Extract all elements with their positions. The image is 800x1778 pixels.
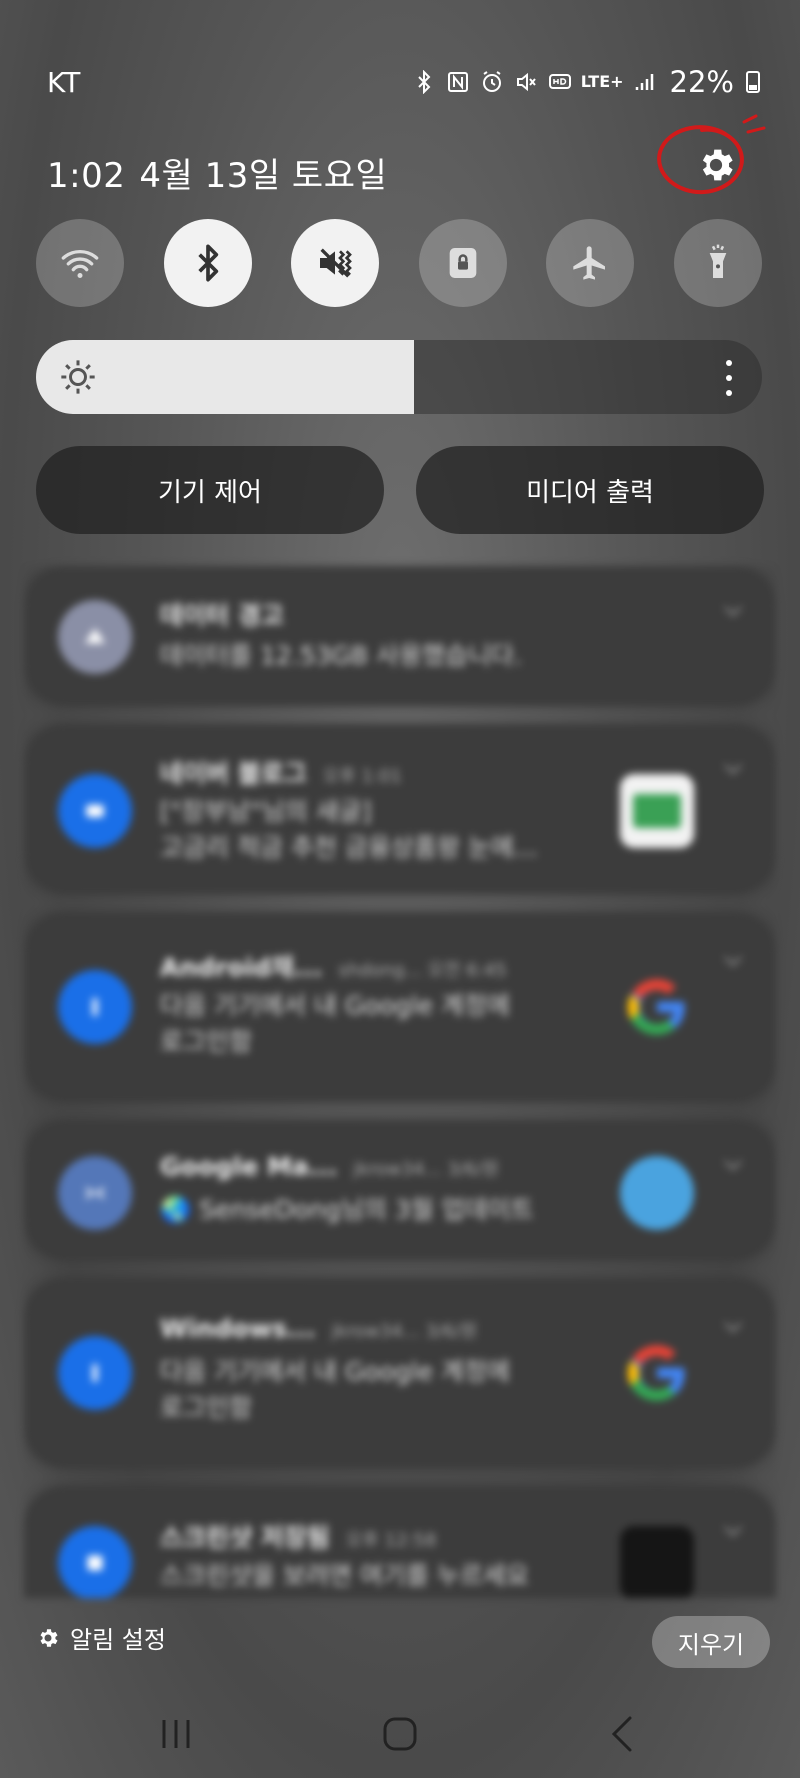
notification-thumbnail [620, 774, 694, 848]
notification-thumbnail [620, 1156, 694, 1230]
notification-thumbnail [620, 1526, 694, 1598]
clock-time: 1:02 [47, 156, 126, 196]
battery-percent: 22% [669, 65, 734, 99]
clear-button[interactable]: 지우기 [652, 1616, 770, 1668]
airplane-icon [573, 246, 606, 280]
notification-card[interactable]: Windows... jkrow34... 3/6/원 다음 기기에서 내 Goo… [24, 1278, 776, 1468]
lte-icon: LTE+ [580, 72, 624, 91]
carrier-label: KT [47, 65, 81, 99]
account-app-icon [58, 970, 132, 1044]
home-icon [383, 1717, 417, 1751]
notification-card[interactable]: 네이버 블로그 오후 1:01 ["장부남"님의 새글] 고금리 적금 추천 금융상… [24, 724, 776, 894]
flashlight-toggle[interactable] [673, 219, 762, 307]
data-warning-icon [58, 600, 132, 674]
flashlight-icon [709, 244, 727, 278]
wifi-icon [61, 250, 99, 278]
notification-body: 스크린샷을 보려면 여기를 누르세요 [160, 1561, 529, 1590]
chevron-down-icon[interactable] [724, 1526, 742, 1536]
mute-icon [320, 248, 353, 278]
device-control-button[interactable]: 기기 제어 [36, 446, 384, 534]
sun-icon [61, 360, 95, 394]
notification-list: 데이터 경고 데이터를 12.53GB 사용했습니다. 네이버 블로그 오후 1:… [24, 566, 776, 1598]
screenshot-app-icon [58, 1526, 132, 1598]
notification-settings-label: 알림 설정 [70, 1626, 166, 1654]
airplane-toggle[interactable] [546, 219, 635, 307]
chevron-down-icon[interactable] [724, 606, 742, 616]
media-output-button[interactable]: 미디어 출력 [416, 446, 764, 534]
notification-title: 데이터 경고 [160, 601, 284, 630]
notification-title: Google Ma... jkrow34... 3/6/원 [160, 1152, 499, 1181]
wifi-toggle[interactable] [36, 219, 124, 307]
status-bar: KT LTE+ 22% [47, 62, 760, 102]
chevron-down-icon[interactable] [724, 1322, 742, 1332]
battery-icon [746, 71, 760, 93]
gear-icon [40, 1628, 58, 1647]
account-app-icon [58, 1336, 132, 1410]
notification-title: Android채... shdong... 오전 6:45 [160, 953, 507, 982]
home-button[interactable] [370, 1706, 430, 1762]
notification-card[interactable]: 데이터 경고 데이터를 12.53GB 사용했습니다. [24, 566, 776, 706]
recents-icon [162, 1720, 190, 1748]
recents-button[interactable] [146, 1706, 206, 1762]
back-icon [611, 1716, 632, 1752]
notification-body: ["장부남"님의 새글] 고금리 적금 추천 금융상품왕 눈에... [160, 797, 538, 862]
nfc-icon [445, 69, 471, 95]
notification-body: 데이터를 12.53GB 사용했습니다. [160, 641, 522, 670]
lock-icon [449, 248, 477, 278]
google-icon [627, 1345, 688, 1401]
settings-button[interactable] [695, 144, 737, 186]
more-options-icon[interactable] [724, 360, 734, 396]
bluetooth-icon [197, 244, 218, 282]
bluetooth-icon [411, 69, 437, 95]
notification-card[interactable]: Google Ma... jkrow34... 3/6/원 🌏 SenseDong… [24, 1120, 776, 1260]
brightness-slider[interactable] [36, 340, 762, 414]
gear-icon [702, 149, 733, 181]
rotation-lock-toggle[interactable] [418, 219, 507, 307]
date-label: 4월 13일 토요일 [139, 156, 388, 196]
sound-toggle[interactable] [291, 219, 380, 307]
back-button[interactable] [594, 1706, 654, 1762]
google-icon [627, 979, 688, 1035]
notification-title: Windows... jkrow34... 3/6/원 [160, 1314, 478, 1343]
mute-icon [513, 69, 539, 95]
hd-icon [547, 69, 573, 95]
maps-app-icon [58, 1156, 132, 1230]
notification-title: 네이버 블로그 오후 1:01 [160, 759, 402, 788]
blog-app-icon [58, 774, 132, 848]
notification-settings-link[interactable]: 알림 설정 [36, 1620, 166, 1655]
bluetooth-toggle[interactable] [163, 219, 252, 307]
quick-settings [36, 219, 762, 307]
chevron-down-icon[interactable] [724, 764, 742, 774]
signal-icon [632, 69, 658, 95]
alarm-icon [479, 69, 505, 95]
clock-date: 1:02 4월 13일 토요일 [47, 148, 387, 197]
notification-card[interactable]: 스크린샷 저장됨 오후 12:58 스크린샷을 보려면 여기를 누르세요 [24, 1486, 776, 1598]
navigation-bar [0, 1690, 800, 1778]
notification-body: 🌏 SenseDong님의 3월 업데이트 [160, 1195, 534, 1224]
chevron-down-icon[interactable] [724, 1160, 742, 1170]
notification-title: 스크린샷 저장됨 오후 12:58 [160, 1523, 437, 1552]
notification-body: 다음 기기에서 내 Google 계정에 로그인함 [160, 991, 510, 1056]
chevron-down-icon[interactable] [724, 956, 742, 966]
notification-body: 다음 기기에서 내 Google 계정에 로그인함 [160, 1357, 510, 1422]
status-icons: LTE+ 22% [411, 65, 760, 99]
notification-card[interactable]: Android채... shdong... 오전 6:45 다음 기기에서 내 G… [24, 912, 776, 1102]
